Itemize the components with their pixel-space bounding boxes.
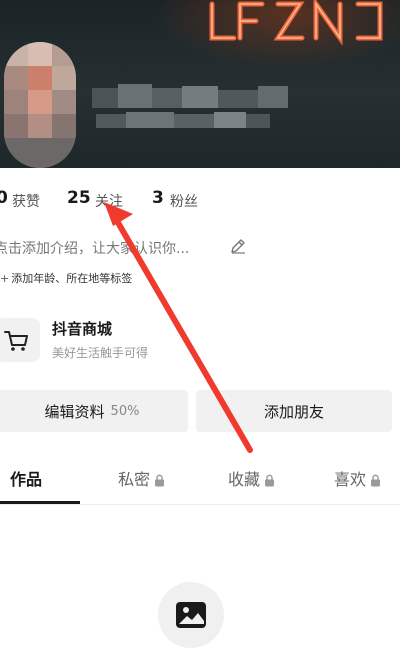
likes-label[interactable]: 获赞 (12, 191, 40, 211)
content-tabs: 作品 私密 收藏 喜欢 (0, 466, 400, 506)
shop-subtitle: 美好生活触手可得 (52, 346, 149, 360)
profile-completion-percent: 50% (110, 403, 140, 419)
shop-title[interactable]: 抖音商城 (52, 318, 112, 339)
followers-count[interactable]: 3 (152, 188, 164, 208)
add-friends-button[interactable]: 添加朋友 (196, 390, 392, 432)
tab-favorites[interactable]: 收藏 (228, 466, 275, 490)
stats-row: 0 获赞 25 关注 3 粉丝 (0, 188, 400, 214)
upload-image-button[interactable] (158, 582, 224, 648)
tab-works[interactable]: 作品 (10, 466, 42, 490)
shopping-cart-icon (4, 331, 28, 351)
tab-favorites-label: 收藏 (228, 470, 261, 489)
lock-icon (155, 474, 165, 487)
lock-icon (371, 474, 381, 487)
image-icon (176, 602, 206, 628)
followers-label[interactable]: 粉丝 (170, 191, 198, 211)
tab-likes-label: 喜欢 (334, 470, 367, 489)
tab-private-label: 私密 (118, 470, 151, 489)
add-friends-label: 添加朋友 (263, 402, 324, 421)
tab-works-label: 作品 (10, 470, 43, 489)
add-tags-label: 添加年龄、所在地等标签 (11, 272, 133, 285)
bio-placeholder[interactable]: 点击添加介绍，让大家认识你... (0, 238, 189, 258)
add-tags-link[interactable]: + 添加年龄、所在地等标签 (0, 270, 132, 286)
lock-icon (265, 474, 275, 487)
edit-profile-button[interactable]: 编辑资料 50% (0, 390, 188, 432)
tabs-divider (0, 504, 400, 505)
following-count[interactable]: 25 (67, 188, 91, 208)
pencil-icon[interactable] (230, 238, 246, 254)
avatar[interactable] (4, 42, 76, 168)
plus-icon: + (0, 272, 10, 285)
likes-count[interactable]: 0 (0, 188, 8, 208)
edit-profile-label: 编辑资料 (44, 402, 105, 421)
profile-page: 0 获赞 25 关注 3 粉丝 点击添加介绍，让大家认识你... + 添加年龄、所… (0, 0, 400, 661)
shop-icon-box[interactable] (0, 318, 40, 362)
following-label[interactable]: 关注 (95, 191, 123, 211)
tab-likes[interactable]: 喜欢 (334, 466, 381, 490)
tab-private[interactable]: 私密 (118, 466, 165, 490)
